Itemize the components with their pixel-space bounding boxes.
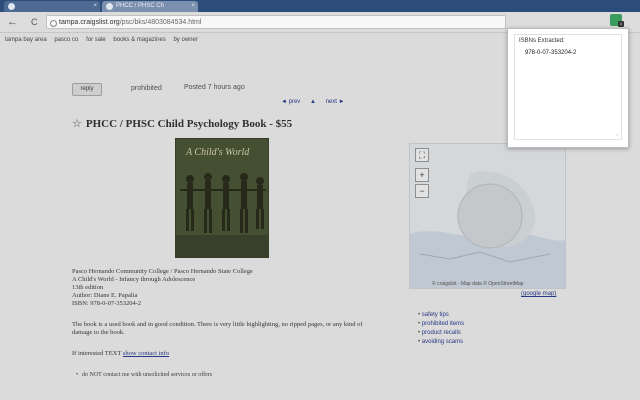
show-contact-info-link[interactable]: show contact info (123, 350, 169, 357)
close-tab-icon[interactable]: × (191, 1, 195, 12)
breadcrumb-item[interactable]: books & magazines (113, 37, 165, 43)
resize-grip-icon[interactable]: ⌟ (616, 131, 618, 137)
detail-line: A Child's World - Infancy through Adoles… (72, 276, 196, 283)
location-map[interactable]: ⛶ + − (409, 143, 566, 289)
side-link[interactable]: product recalls (418, 329, 464, 338)
contact-line: If interested TEXT show contact info (72, 350, 169, 357)
up-link[interactable]: ▲ (310, 99, 316, 105)
side-link[interactable]: safety tips (418, 311, 464, 320)
map-tiles (410, 171, 565, 288)
listing-pager: ◄ prev ▲ next ► (281, 99, 353, 105)
prev-link[interactable]: ◄ prev (281, 99, 300, 105)
book-details: Pasco Hernando Community College / Pasco… (72, 268, 392, 308)
side-link[interactable]: avoiding scams (418, 338, 464, 347)
map-fullscreen-button[interactable]: ⛶ (415, 148, 429, 162)
breadcrumb: tampa bay area pasco co for sale books &… (5, 37, 204, 43)
back-arrow-icon[interactable]: ← (7, 16, 18, 28)
extracted-isbn[interactable]: 978-0-07-353204-2 (525, 50, 576, 56)
craigslist-favicon-icon (8, 3, 15, 10)
prohibited-flag-link[interactable]: prohibited (131, 85, 162, 92)
posting-title-text: PHCC / PHSC Child Psychology Book - $55 (85, 118, 293, 130)
breadcrumb-item[interactable]: tampa bay area (5, 37, 47, 43)
posting-title: ☆ PHCC / PHSC Child Psychology Book - $55 (72, 117, 292, 130)
detail-line: Author: Diane E. Papalia (72, 292, 138, 299)
isbns-extracted-heading: ISBNs Extracted: (519, 38, 565, 44)
breadcrumb-item[interactable]: for sale (86, 37, 106, 43)
address-domain: tampa.craigslist.org (59, 19, 120, 26)
browser-tab-active[interactable]: PHCC / PHSC Ch × (102, 1, 198, 12)
breadcrumb-item[interactable]: by owner (173, 37, 197, 43)
favorite-star-icon[interactable]: ☆ (72, 118, 82, 130)
book-description: The book is a used book and in good cond… (72, 321, 363, 336)
isbn-extension-popup: ISBNs Extracted: 978-0-07-353204-2 ⌟ (507, 28, 629, 148)
zoom-in-button[interactable]: + (415, 168, 429, 182)
contact-prefix: If interested TEXT (72, 350, 122, 357)
unsolicited-notice: do NOT contact me with unsolicited servi… (76, 372, 212, 378)
detail-line: Pasco Hernando Community College / Pasco… (72, 268, 253, 275)
zoom-out-button[interactable]: − (415, 184, 429, 198)
book-cover-image[interactable]: A Child's World (175, 138, 269, 258)
tab-strip: × PHCC / PHSC Ch × (0, 0, 640, 12)
breadcrumb-item[interactable]: pasco co (54, 37, 78, 43)
reply-button[interactable]: reply (72, 83, 102, 96)
tab-label: PHCC / PHSC Ch (116, 3, 165, 9)
browser-tab[interactable]: × (4, 1, 100, 12)
google-map-link[interactable]: (google map) (521, 291, 556, 297)
posted-time: Posted 7 hours ago (184, 84, 245, 91)
reload-icon[interactable]: C (31, 16, 38, 28)
book-cover-title: A Child's World (186, 147, 250, 158)
craigslist-favicon-icon (106, 3, 113, 10)
address-path: /psc/bks/4803084534.html (119, 19, 202, 26)
next-link[interactable]: next ► (326, 99, 345, 105)
close-tab-icon[interactable]: × (93, 1, 97, 12)
side-link[interactable]: prohibited items (418, 320, 464, 329)
side-links: safety tips prohibited items product rec… (418, 311, 464, 347)
map-attribution: © craigslist - Map data © OpenStreetMap (432, 281, 524, 287)
detail-line: ISBN: 978-0-07-353204-2 (72, 300, 142, 307)
isbn-results-panel: ISBNs Extracted: 978-0-07-353204-2 ⌟ (514, 34, 622, 140)
page-info-icon[interactable] (50, 20, 57, 27)
extension-badge: 1 (618, 21, 624, 27)
address-bar[interactable]: tampa.craigslist.org/psc/bks/4803084534.… (46, 15, 506, 29)
detail-line: 13th edition (72, 284, 104, 291)
